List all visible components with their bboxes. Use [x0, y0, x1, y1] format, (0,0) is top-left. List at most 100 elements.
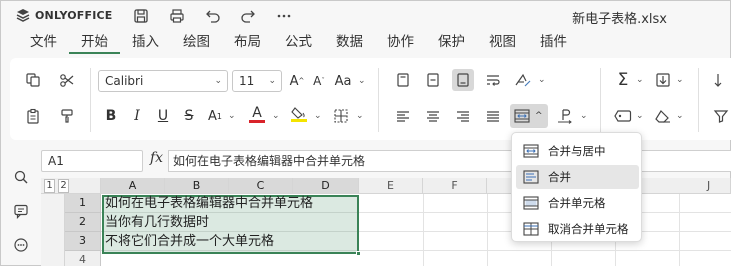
tab-data[interactable]: 数据 [324, 32, 375, 54]
font-name-select[interactable]: Calibri ⌄ [98, 70, 228, 92]
chevron-down-icon[interactable]: ⌄ [314, 111, 322, 121]
insert-function-icon[interactable]: fx [150, 150, 163, 166]
merge-button[interactable]: ^ [510, 104, 548, 128]
column-header-f[interactable]: F [423, 178, 487, 194]
merge-icon [523, 170, 539, 184]
outline-level-2[interactable]: 2 [58, 179, 69, 193]
save-icon[interactable] [131, 6, 151, 26]
borders-icon[interactable] [330, 105, 352, 127]
align-middle-icon[interactable] [422, 69, 444, 91]
tab-view[interactable]: 视图 [477, 32, 528, 54]
outline-level-1[interactable]: 1 [44, 179, 55, 193]
chevron-down-icon[interactable]: ⌄ [636, 75, 644, 85]
more-icon[interactable] [274, 6, 294, 26]
text-orientation-icon[interactable] [512, 69, 534, 91]
formula-input[interactable]: 如何在电子表格编辑器中合并单元格 [168, 150, 731, 172]
text-direction-icon[interactable] [554, 105, 576, 127]
menu-item-merge-center[interactable]: 合并与居中 [516, 139, 639, 163]
redo-icon[interactable] [238, 6, 258, 26]
row-header-3[interactable]: 3 [65, 232, 101, 251]
format-painter-icon[interactable] [56, 105, 78, 127]
chat-icon[interactable] [10, 234, 32, 256]
font-size-value: 11 [239, 74, 255, 88]
named-ranges-icon[interactable] [612, 105, 634, 127]
tab-layout[interactable]: 布局 [222, 32, 273, 54]
search-icon[interactable] [10, 166, 32, 188]
print-icon[interactable] [167, 6, 187, 26]
chevron-down-icon: ⌄ [214, 76, 222, 86]
chevron-down-icon[interactable]: ⌄ [676, 111, 684, 121]
menu-item-unmerge[interactable]: 取消合并单元格 [516, 217, 639, 241]
cell-a1[interactable]: 如何在电子表格编辑器中合并单元格 [105, 195, 313, 213]
wrap-text-icon[interactable] [482, 69, 504, 91]
justify-icon[interactable] [482, 105, 504, 127]
comments-icon[interactable] [10, 200, 32, 222]
subscript-icon[interactable]: A1 [204, 105, 226, 127]
chevron-down-icon: ⌄ [268, 76, 276, 86]
sum-icon[interactable]: Σ [612, 69, 634, 91]
fill-handle[interactable] [356, 251, 361, 256]
column-header-e[interactable]: E [359, 178, 423, 194]
tab-draw[interactable]: 绘图 [171, 32, 222, 54]
sort-icon[interactable] [710, 69, 731, 91]
strikethrough-icon[interactable]: S [178, 105, 200, 127]
chevron-down-icon[interactable]: ⌄ [356, 111, 364, 121]
merge-center-icon [523, 144, 539, 158]
grid-line [679, 194, 680, 266]
bold-icon[interactable]: B [100, 105, 122, 127]
column-header-c[interactable]: C [229, 178, 293, 194]
align-bottom-icon[interactable] [452, 69, 474, 91]
align-right-icon[interactable] [452, 105, 474, 127]
column-header-a[interactable]: A [101, 178, 165, 194]
decrease-font-icon[interactable]: Aˇ [308, 70, 330, 92]
cell-a3[interactable]: 不将它们合并成一个大单元格 [105, 233, 274, 251]
cell-name-box[interactable]: A1 [41, 150, 143, 172]
clear-icon[interactable] [652, 105, 674, 127]
column-header-b[interactable]: B [165, 178, 229, 194]
font-color-icon[interactable]: A [246, 103, 268, 125]
menu-item-merge-cells[interactable]: 合并单元格 [516, 191, 639, 215]
filter-icon[interactable] [710, 105, 731, 127]
paste-icon[interactable] [22, 105, 44, 127]
chevron-down-icon[interactable]: ⌄ [358, 76, 366, 86]
row-header-4[interactable]: 4 [65, 251, 101, 266]
cut-icon[interactable] [56, 69, 78, 91]
chevron-down-icon[interactable]: ⌄ [272, 111, 280, 121]
tab-insert[interactable]: 插入 [120, 32, 171, 54]
increase-font-icon[interactable]: A ^ [286, 70, 308, 92]
chevron-down-icon[interactable]: ⌄ [228, 111, 236, 121]
tab-file[interactable]: 文件 [18, 32, 69, 54]
chevron-down-icon[interactable]: ⌄ [636, 111, 644, 121]
menu-item-label: 取消合并单元格 [548, 222, 629, 236]
align-top-icon[interactable] [392, 69, 414, 91]
align-center-icon[interactable] [422, 105, 444, 127]
column-header-d[interactable]: D [293, 178, 359, 194]
ribbon-toolbar: Calibri ⌄ 11 ⌄ A ^ Aˇ Aa ⌄ B I U S A1 ⌄ A ⌄… [10, 58, 731, 140]
row-header-1[interactable]: 1 [65, 194, 101, 213]
underline-icon[interactable]: U [152, 105, 174, 127]
cell-reference: A1 [48, 154, 64, 168]
tab-formula[interactable]: 公式 [273, 32, 324, 54]
row-header-2[interactable]: 2 [65, 213, 101, 232]
chevron-down-icon[interactable]: ⌄ [676, 75, 684, 85]
undo-icon[interactable] [203, 6, 223, 26]
font-size-select[interactable]: 11 ⌄ [232, 70, 282, 92]
tab-protect[interactable]: 保护 [426, 32, 477, 54]
fill-color-icon[interactable] [288, 103, 310, 125]
italic-icon[interactable]: I [126, 105, 148, 127]
ribbon-separator [90, 68, 91, 132]
tab-collaborate[interactable]: 协作 [375, 32, 426, 54]
chevron-down-icon[interactable]: ⌄ [538, 75, 546, 85]
cell-a2[interactable]: 当你有几行数据时 [105, 214, 209, 232]
align-left-icon[interactable] [392, 105, 414, 127]
unmerge-icon [523, 222, 539, 236]
menu-item-merge[interactable]: 合并 [516, 165, 639, 189]
tab-plugins[interactable]: 插件 [528, 32, 579, 54]
menu-item-label: 合并 [548, 170, 571, 184]
merge-center-icon [514, 109, 530, 123]
fill-down-icon[interactable] [652, 69, 674, 91]
change-case-icon[interactable]: Aa [332, 70, 354, 92]
tab-home[interactable]: 开始 [69, 32, 120, 54]
chevron-down-icon[interactable]: ⌄ [580, 111, 588, 121]
copy-icon[interactable] [22, 69, 44, 91]
